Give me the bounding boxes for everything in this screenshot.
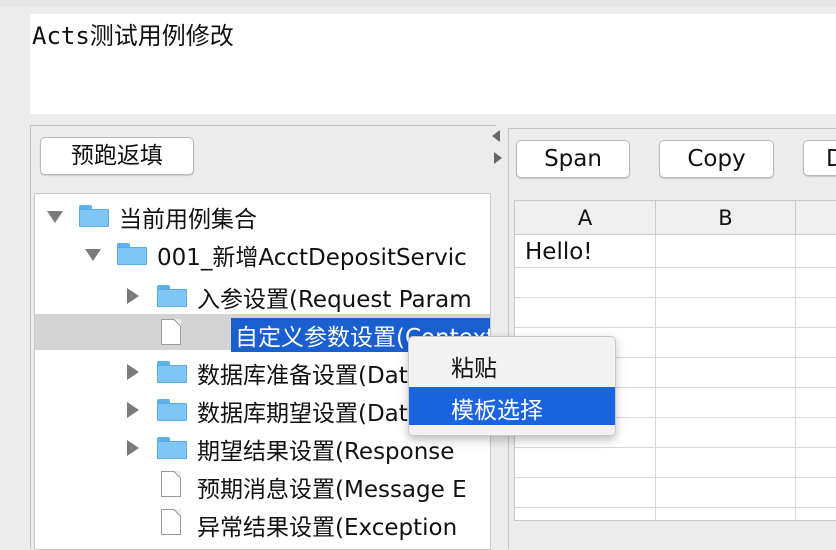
prefill-button[interactable]: 预跑返填 <box>40 137 194 175</box>
grid-line <box>515 447 836 448</box>
menu-item-template-select[interactable]: 模板选择 <box>409 387 615 425</box>
folder-icon <box>157 437 187 459</box>
tree-node-label: 数据库期望设置(Data <box>197 401 422 427</box>
chevron-down-icon[interactable] <box>47 211 63 223</box>
menu-item-label: 模板选择 <box>451 398 543 424</box>
window-top-strip <box>0 0 836 7</box>
tree-node-label: 数据库准备设置(Data <box>197 363 422 389</box>
folder-icon <box>157 285 187 307</box>
context-menu: 粘贴 模板选择 <box>408 336 616 436</box>
tree-node-label: 预期消息设置(Message E <box>197 477 467 503</box>
chevron-right-icon[interactable] <box>127 288 139 304</box>
menu-item-label: 粘贴 <box>451 356 497 382</box>
file-icon <box>161 509 181 535</box>
grid-line <box>795 235 796 549</box>
copy-button[interactable]: Copy <box>659 140 774 178</box>
tree-node-label: 异常结果设置(Exception <box>197 515 458 541</box>
tree-node-label: 001_新增AcctDepositServic <box>157 245 467 271</box>
grid-line <box>515 267 836 268</box>
page-title: Acts测试用例修改 <box>32 22 234 50</box>
third-toolbar-button[interactable]: D <box>803 140 836 176</box>
tree-node-label: 入参设置(Request Param <box>197 287 472 313</box>
chevron-right-icon[interactable] <box>127 402 139 418</box>
folder-icon <box>117 243 147 265</box>
grid-line <box>515 327 836 328</box>
menu-item-paste[interactable]: 粘贴 <box>409 345 615 383</box>
column-header-c[interactable] <box>796 201 836 235</box>
file-icon <box>161 471 181 497</box>
grid-line <box>515 507 836 508</box>
cell-a1[interactable]: Hello! <box>525 239 593 265</box>
column-header-b[interactable]: B <box>656 201 796 235</box>
collapse-left-icon[interactable] <box>492 130 500 142</box>
tree-node-label: 当前用例集合 <box>119 207 257 233</box>
tree-node-exception[interactable]: 异常结果设置(Exception <box>35 504 490 542</box>
tree-node-root[interactable]: 当前用例集合 <box>35 196 490 234</box>
tree-node-case[interactable]: 001_新增AcctDepositServic <box>35 234 490 272</box>
grid-line <box>515 297 836 298</box>
folder-icon <box>157 361 187 383</box>
chevron-down-icon[interactable] <box>85 249 101 261</box>
grid-line <box>515 477 836 478</box>
sheet-footer <box>514 520 836 549</box>
case-title-area[interactable]: Acts测试用例修改 <box>30 14 836 114</box>
span-button[interactable]: Span <box>516 140 630 178</box>
chevron-right-icon[interactable] <box>127 364 139 380</box>
folder-icon <box>157 399 187 421</box>
tree-node-request-param[interactable]: 入参设置(Request Param <box>35 276 490 314</box>
folder-icon <box>79 205 109 227</box>
grid-line <box>655 235 656 549</box>
tree-node-label: 期望结果设置(Response <box>197 439 455 465</box>
tree-node-message[interactable]: 预期消息设置(Message E <box>35 466 490 504</box>
column-header-a[interactable]: A <box>515 201 656 235</box>
collapse-right-icon[interactable] <box>494 152 502 164</box>
file-icon <box>161 319 181 345</box>
chevron-right-icon[interactable] <box>127 440 139 456</box>
